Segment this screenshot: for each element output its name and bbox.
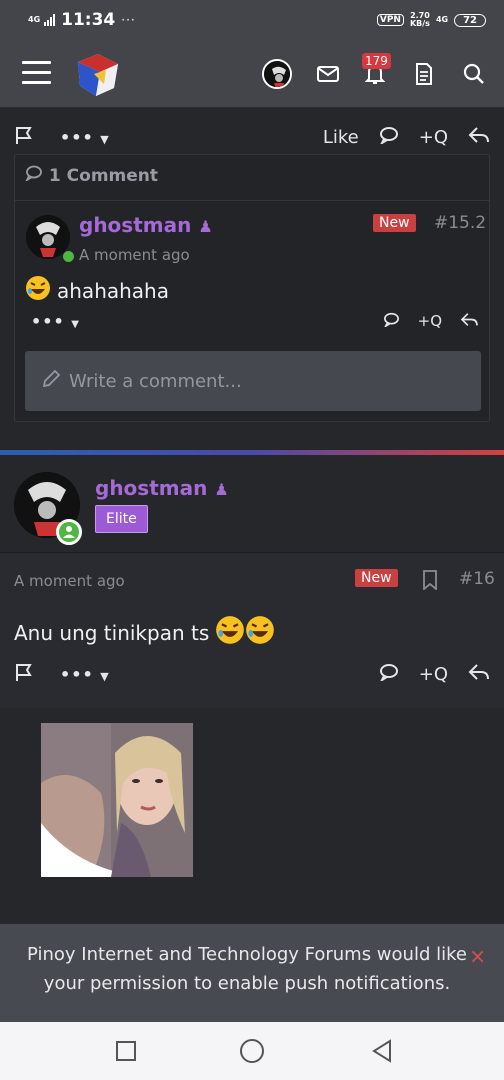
more-options-label: ••• — [60, 664, 94, 684]
post-content: Anu ung tinikpan ts — [14, 615, 275, 650]
post-body: A moment ago New #16 Anu ung tinikpan ts… — [0, 553, 504, 708]
more-options-label: ••• — [60, 127, 94, 147]
like-button[interactable]: Like — [323, 127, 359, 148]
new-badge: New — [355, 569, 398, 587]
laughing-emoji-icon — [245, 615, 275, 650]
vpn-indicator: VPN — [376, 14, 404, 26]
comment-icon[interactable] — [379, 126, 399, 149]
reply-icon[interactable] — [468, 126, 490, 149]
post-timestamp: A moment ago — [14, 572, 125, 590]
search-icon[interactable] — [458, 58, 490, 90]
flag-icon[interactable] — [14, 125, 34, 150]
comment-icon — [24, 165, 49, 186]
network-indicator-right: 4G — [435, 15, 449, 24]
comment-timestamp: A moment ago — [79, 246, 190, 264]
mail-icon[interactable] — [312, 58, 344, 90]
comment-more-label: ••• — [31, 311, 65, 331]
staff-icon: ♟ — [198, 217, 213, 236]
pencil-icon — [41, 369, 61, 394]
back-icon[interactable] — [367, 1036, 397, 1066]
write-comment-input[interactable]: Write a comment... — [25, 351, 481, 411]
post-number-link[interactable]: #16 — [459, 569, 495, 589]
verified-badge-icon — [56, 519, 82, 545]
battery-indicator: 72 — [454, 13, 486, 27]
comments-header[interactable]: 1 Comment — [24, 165, 159, 186]
more-options-button[interactable]: ••• ▼ — [60, 665, 110, 684]
author-username-text: ghostman — [95, 476, 208, 500]
comment-share-reply-icon[interactable] — [460, 312, 479, 331]
comment-body: ahahahaha — [25, 275, 169, 306]
user-rank-badge: Elite — [95, 505, 148, 533]
online-status-dot — [63, 251, 74, 262]
new-badge: New — [373, 214, 416, 232]
comment-text: ahahahaha — [57, 278, 169, 303]
status-bar: 4G 11:34 ··· VPN 2.70 KB/s 4G 72 — [0, 0, 504, 40]
reply-icon[interactable] — [468, 663, 490, 686]
comment-reply-icon[interactable] — [383, 312, 400, 331]
clock: 11:34 — [61, 10, 116, 30]
comment-action-bar: ••• ▼ +Q — [31, 311, 479, 331]
comment-quote-button[interactable]: +Q — [418, 312, 442, 330]
notification-count-badge: 179 — [362, 53, 391, 69]
recent-apps-icon[interactable] — [111, 1036, 141, 1066]
close-icon[interactable]: × — [469, 942, 486, 971]
post-action-bar: ••• ▼ Like +Q — [0, 117, 504, 157]
menu-icon[interactable] — [22, 61, 51, 85]
commenter-username-text: ghostman — [79, 213, 192, 237]
bookmark-icon[interactable] — [422, 570, 438, 594]
comment-more-options-button[interactable]: ••• ▼ — [31, 312, 80, 331]
push-permission-banner: Pinoy Internet and Technology Forums wou… — [0, 924, 504, 1022]
network-speed: 2.70 KB/s — [410, 12, 430, 28]
push-banner-text: Pinoy Internet and Technology Forums wou… — [27, 944, 467, 994]
comment-icon[interactable] — [379, 663, 399, 686]
commenter-username[interactable]: ghostman ♟ — [79, 213, 213, 237]
author-username[interactable]: ghostman ♟ — [95, 476, 229, 500]
comment-number-link[interactable]: #15.2 — [434, 213, 486, 233]
app-header: 179 — [0, 40, 504, 108]
home-icon[interactable] — [237, 1036, 267, 1066]
laughing-emoji-icon — [215, 615, 245, 650]
document-icon[interactable] — [408, 58, 440, 90]
attachment-area — [0, 708, 504, 924]
laughing-emoji-icon — [25, 275, 51, 306]
user-avatar[interactable] — [262, 59, 292, 89]
more-options-button[interactable]: ••• ▼ — [60, 128, 110, 147]
divider — [15, 200, 489, 201]
attached-photo[interactable] — [41, 723, 193, 877]
staff-icon: ♟ — [214, 480, 229, 499]
flag-icon[interactable] — [14, 662, 34, 687]
post-text: Anu ung tinikpan ts — [14, 620, 210, 645]
signal-icon — [44, 14, 56, 26]
site-logo[interactable] — [74, 50, 122, 98]
quote-button[interactable]: +Q — [419, 127, 448, 148]
post-action-bar: ••• ▼ +Q — [0, 654, 504, 694]
comment-placeholder: Write a comment... — [69, 370, 242, 392]
comments-section: 1 Comment ghostman ♟ A moment ago New #1… — [14, 154, 490, 422]
system-navigation-bar — [0, 1022, 504, 1080]
speed-unit: KB/s — [409, 19, 430, 28]
post-header: ghostman ♟ Elite — [0, 455, 504, 553]
network-indicator: 4G — [28, 15, 41, 24]
comments-count-label: 1 Comment — [48, 166, 159, 186]
quote-button[interactable]: +Q — [419, 664, 448, 685]
more-status-icon: ··· — [121, 13, 136, 27]
